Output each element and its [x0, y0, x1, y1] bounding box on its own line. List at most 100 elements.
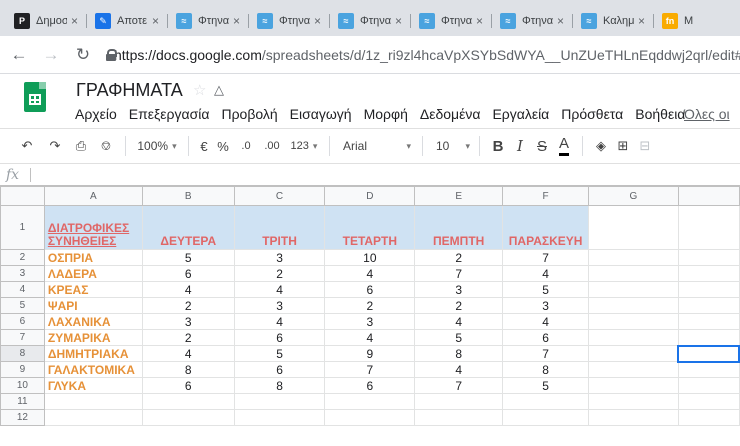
value-cell[interactable]: 4	[502, 265, 590, 282]
cell[interactable]	[677, 313, 740, 330]
value-cell[interactable]: 6	[141, 377, 235, 394]
menu-item[interactable]: Εργαλεία	[486, 106, 555, 122]
row-header[interactable]: 6	[0, 313, 45, 330]
browser-tab[interactable]: ≈ Φτηνα ×	[330, 6, 411, 36]
decrease-decimals-button[interactable]: .0	[234, 133, 258, 159]
column-header[interactable]: F	[502, 186, 590, 206]
close-icon[interactable]: ×	[314, 14, 324, 28]
cell[interactable]	[588, 393, 679, 410]
value-cell[interactable]: 4	[141, 345, 235, 362]
currency-format-button[interactable]: €	[196, 133, 212, 159]
value-cell[interactable]: 2	[414, 249, 504, 266]
menu-item[interactable]: Βοήθεια	[629, 106, 691, 122]
row-header[interactable]: 12	[0, 409, 45, 426]
cell[interactable]	[588, 265, 679, 282]
browser-tab[interactable]: ≈ Φτηνα ×	[492, 6, 573, 36]
value-cell[interactable]: 7	[414, 265, 504, 282]
cell[interactable]	[324, 409, 416, 426]
row-header[interactable]: 2	[0, 249, 45, 266]
cell[interactable]	[677, 361, 740, 378]
close-icon[interactable]: ×	[71, 14, 81, 28]
menu-item[interactable]: Εισαγωγή	[284, 106, 358, 122]
column-header[interactable]: C	[233, 186, 326, 206]
cell[interactable]	[141, 409, 235, 426]
cell[interactable]	[43, 409, 143, 426]
cell[interactable]	[502, 393, 590, 410]
value-cell[interactable]: 3	[141, 313, 235, 330]
browser-tab[interactable]: ≈ Φτηνα ×	[411, 6, 492, 36]
row-header[interactable]: 8	[0, 345, 45, 362]
value-cell[interactable]: 2	[414, 297, 504, 314]
paint-format-icon[interactable]: ⎊	[94, 133, 118, 159]
header-cell[interactable]: ΠΕΜΠΤΗ	[414, 205, 504, 250]
strikethrough-button[interactable]: S	[531, 133, 553, 159]
value-cell[interactable]: 2	[324, 297, 416, 314]
row-label-cell[interactable]: ΨΑΡΙ	[43, 297, 143, 314]
row-header[interactable]: 3	[0, 265, 45, 282]
header-cell[interactable]: ΔΙΑΤΡΟΦΙΚΕΣ ΣΥΝΗΘΕΙΕΣ	[43, 205, 143, 250]
value-cell[interactable]: 4	[414, 313, 504, 330]
cell[interactable]	[677, 205, 740, 250]
browser-tab[interactable]: P Δημοσ ×	[6, 6, 87, 36]
row-label-cell[interactable]: ΓΛΥΚΑ	[43, 377, 143, 394]
value-cell[interactable]: 2	[233, 265, 326, 282]
cell[interactable]	[588, 249, 679, 266]
cell[interactable]	[588, 377, 679, 394]
row-label-cell[interactable]: ΓΑΛΑΚΤΟΜΙΚΑ	[43, 361, 143, 378]
cell[interactable]	[677, 297, 740, 314]
undo-icon[interactable]: ↶	[12, 133, 42, 159]
header-cell[interactable]: ΤΕΤΑΡΤΗ	[324, 205, 416, 250]
percent-format-button[interactable]: %	[212, 133, 234, 159]
zoom-select[interactable]: 100% ▾	[133, 133, 181, 159]
browser-tab[interactable]: ≈ Φτηνα ×	[249, 6, 330, 36]
value-cell[interactable]: 3	[324, 313, 416, 330]
menu-item[interactable]: Προβολή	[215, 106, 283, 122]
row-header[interactable]: 10	[0, 377, 45, 394]
value-cell[interactable]: 4	[233, 281, 326, 298]
merge-cells-icon[interactable]: ⊟	[634, 133, 656, 159]
value-cell[interactable]: 6	[233, 361, 326, 378]
row-label-cell[interactable]: ΟΣΠΡΙΑ	[43, 249, 143, 266]
cell[interactable]	[677, 377, 740, 394]
cell[interactable]	[588, 345, 679, 362]
row-header[interactable]: 9	[0, 361, 45, 378]
value-cell[interactable]: 5	[502, 377, 590, 394]
more-formats-button[interactable]: 123 ▾	[286, 133, 322, 159]
bold-button[interactable]: B	[487, 133, 509, 159]
cell[interactable]	[141, 393, 235, 410]
value-cell[interactable]: 5	[141, 249, 235, 266]
cell[interactable]	[233, 409, 326, 426]
font-size-select[interactable]: 10 ▾	[430, 133, 472, 159]
browser-tab[interactable]: ✎ Αποτε ×	[87, 6, 168, 36]
fill-color-icon[interactable]: ◈	[590, 133, 612, 159]
row-label-cell[interactable]: ΔΗΜΗΤΡΙΑΚΑ	[43, 345, 143, 362]
increase-decimals-button[interactable]: .00	[258, 133, 286, 159]
cell[interactable]	[677, 409, 740, 426]
cell[interactable]	[588, 281, 679, 298]
value-cell[interactable]: 4	[414, 361, 504, 378]
text-color-button[interactable]: A	[553, 133, 575, 159]
column-header[interactable]: B	[141, 186, 235, 206]
column-header[interactable]: E	[414, 186, 504, 206]
forward-arrow-icon[interactable]: →	[38, 42, 64, 68]
cell[interactable]	[414, 409, 504, 426]
value-cell[interactable]: 7	[414, 377, 504, 394]
value-cell[interactable]: 4	[502, 313, 590, 330]
value-cell[interactable]: 7	[502, 345, 590, 362]
cell[interactable]	[588, 329, 679, 346]
browser-tab[interactable]: ≈ Καλημ ×	[573, 6, 654, 36]
cell[interactable]	[677, 393, 740, 410]
value-cell[interactable]: 6	[502, 329, 590, 346]
value-cell[interactable]: 2	[141, 297, 235, 314]
column-header[interactable]	[677, 186, 740, 206]
move-to-folder-icon[interactable]: △	[214, 82, 224, 98]
cell[interactable]	[677, 329, 740, 346]
value-cell[interactable]: 9	[324, 345, 416, 362]
browser-tab[interactable]: fn M	[654, 6, 720, 36]
value-cell[interactable]: 4	[324, 329, 416, 346]
menu-item[interactable]: Δεδομένα	[414, 106, 487, 122]
close-icon[interactable]: ×	[152, 14, 162, 28]
cell[interactable]	[502, 409, 590, 426]
value-cell[interactable]: 3	[233, 249, 326, 266]
close-icon[interactable]: ×	[557, 14, 567, 28]
